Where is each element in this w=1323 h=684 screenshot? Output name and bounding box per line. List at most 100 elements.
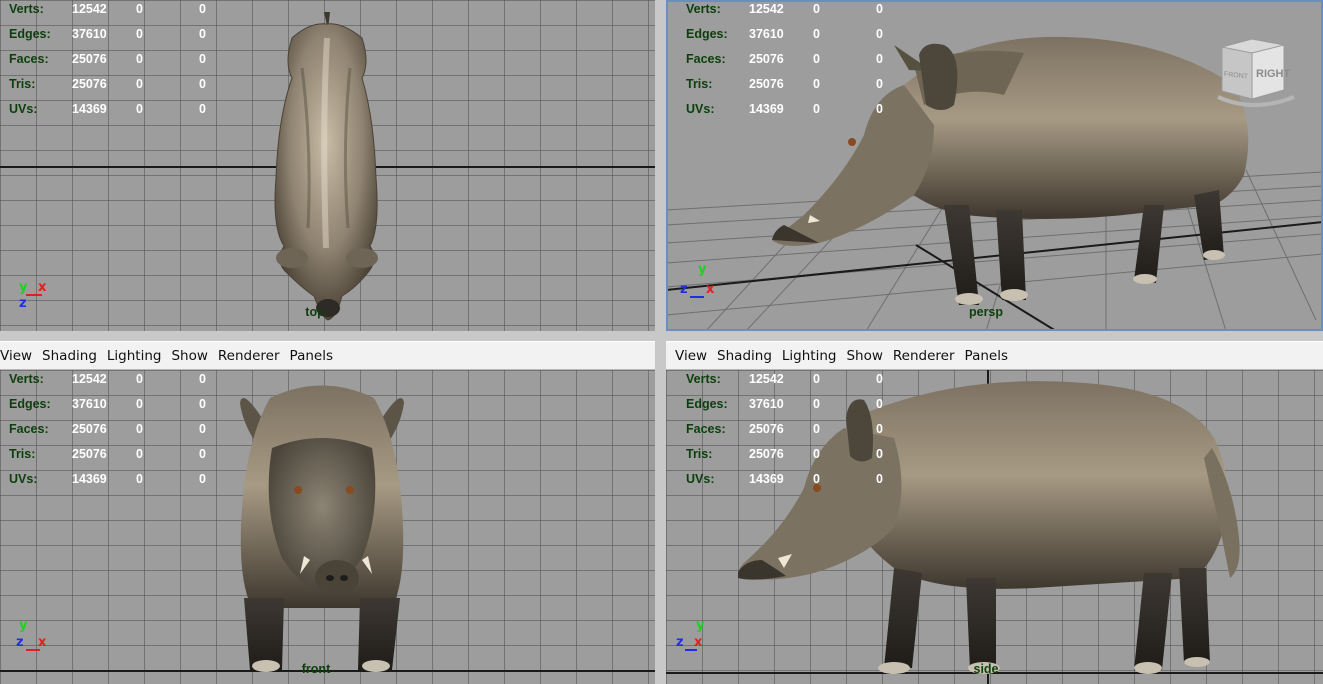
hud-value: 0 — [136, 372, 143, 386]
hud-value: 25076 — [749, 447, 784, 461]
menu-shading[interactable]: Shading — [37, 348, 102, 364]
hud-value: 0 — [136, 472, 143, 486]
hud-value: 0 — [136, 102, 143, 116]
hud-value: 0 — [136, 52, 143, 66]
viewport-top[interactable]: Verts: 12542 0 0 Edges: 37610 0 0 Faces: 25076 0… — [0, 0, 655, 331]
hud-value: 0 — [199, 102, 206, 116]
hud-label: Tris: — [686, 77, 713, 91]
hud-row-verts: Verts: 12542 0 0 — [9, 0, 219, 24]
menu-show[interactable]: Show — [841, 348, 887, 364]
menu-show[interactable]: Show — [166, 348, 212, 364]
hud-row-uvs: UVs: 14369 0 0 — [686, 469, 896, 494]
axis-z-label: z — [16, 635, 24, 650]
hud-value: 0 — [199, 372, 206, 386]
axis-z-label: z — [676, 635, 684, 650]
hud-value: 0 — [876, 2, 883, 16]
hud-row-faces: Faces: 25076 0 0 — [686, 419, 896, 444]
hud-label: Verts: — [9, 372, 44, 386]
menu-view[interactable]: View — [0, 348, 37, 364]
hud-row-verts: Verts: 12542 0 0 — [686, 0, 896, 24]
menu-panels[interactable]: Panels — [285, 348, 338, 364]
hud-value: 0 — [876, 372, 883, 386]
hud-label: Edges: — [9, 397, 51, 411]
poly-count-hud: Verts: 12542 0 0 Edges: 37610 0 0 Faces: 25076 0… — [686, 0, 896, 124]
hud-value: 25076 — [749, 422, 784, 436]
hud-value: 0 — [813, 447, 820, 461]
viewport-side[interactable]: Verts: 12542 0 0 Edges: 37610 0 0 Faces: 25076 0… — [666, 370, 1323, 684]
hud-row-faces: Faces: 25076 0 0 — [9, 419, 219, 444]
menu-renderer[interactable]: Renderer — [213, 348, 285, 364]
hud-label: UVs: — [9, 472, 38, 486]
hud-value: 0 — [199, 447, 206, 461]
camera-label-side: side — [973, 662, 999, 676]
hud-value: 0 — [136, 77, 143, 91]
hud-value: 37610 — [749, 27, 784, 41]
viewcube-face-right: RIGHT — [1256, 68, 1291, 80]
hud-label: Faces: — [9, 52, 49, 66]
poly-count-hud: Verts: 12542 0 0 Edges: 37610 0 0 Faces: 25076 0… — [9, 370, 219, 494]
viewport-persp[interactable]: Verts: 12542 0 0 Edges: 37610 0 0 Faces: 25076 0… — [666, 0, 1323, 331]
hud-value: 0 — [813, 372, 820, 386]
axis-x-label: x — [706, 282, 715, 297]
boar-model-front-view[interactable] — [232, 378, 412, 678]
hud-value: 37610 — [72, 397, 107, 411]
hud-value: 0 — [136, 397, 143, 411]
hud-label: Tris: — [686, 447, 713, 461]
hud-value: 0 — [813, 52, 820, 66]
hud-value: 37610 — [749, 397, 784, 411]
hud-value: 25076 — [749, 77, 784, 91]
hud-value: 14369 — [749, 102, 784, 116]
viewport-panel-top[interactable]: Verts: 12542 0 0 Edges: 37610 0 0 Faces: 25076 0… — [0, 0, 655, 331]
hud-row-tris: Tris: 25076 0 0 — [686, 444, 896, 469]
hud-value: 37610 — [72, 27, 107, 41]
hud-value: 0 — [199, 77, 206, 91]
hud-value: 0 — [813, 2, 820, 16]
viewcube[interactable]: RIGHT FRONT — [1214, 35, 1296, 107]
hud-value: 25076 — [72, 447, 107, 461]
hud-row-uvs: UVs: 14369 0 0 — [9, 99, 219, 124]
axis-gizmo: y z x — [680, 262, 720, 302]
menu-lighting[interactable]: Lighting — [777, 348, 842, 364]
menu-lighting[interactable]: Lighting — [102, 348, 167, 364]
hud-value: 0 — [199, 2, 206, 16]
hud-row-tris: Tris: 25076 0 0 — [9, 74, 219, 99]
viewport-panel-side[interactable]: View Shading Lighting Show Renderer Pane… — [666, 341, 1323, 684]
boar-model-top-view[interactable] — [262, 8, 392, 326]
hud-label: Tris: — [9, 447, 36, 461]
hud-label: Faces: — [9, 422, 49, 436]
axis-gizmo: y z x — [676, 618, 716, 658]
hud-value: 0 — [136, 2, 143, 16]
hud-value: 25076 — [72, 52, 107, 66]
hud-value: 12542 — [72, 2, 107, 16]
menu-view[interactable]: View — [666, 348, 712, 364]
hud-value: 12542 — [749, 2, 784, 16]
hud-value: 0 — [136, 447, 143, 461]
hud-row-tris: Tris: 25076 0 0 — [686, 74, 896, 99]
hud-value: 0 — [876, 52, 883, 66]
poly-count-hud: Verts: 12542 0 0 Edges: 37610 0 0 Faces: 25076 0… — [686, 370, 896, 494]
hud-value: 0 — [876, 422, 883, 436]
menu-shading[interactable]: Shading — [712, 348, 777, 364]
hud-label: UVs: — [9, 102, 38, 116]
hud-value: 14369 — [72, 472, 107, 486]
hud-row-edges: Edges: 37610 0 0 — [9, 394, 219, 419]
viewport-front[interactable]: Verts: 12542 0 0 Edges: 37610 0 0 Faces: 25076 0… — [0, 370, 655, 684]
hud-value: 0 — [136, 27, 143, 41]
hud-value: 0 — [199, 52, 206, 66]
hud-value: 0 — [813, 102, 820, 116]
hud-value: 0 — [813, 422, 820, 436]
hud-value: 0 — [876, 472, 883, 486]
viewport-panel-persp[interactable]: Verts: 12542 0 0 Edges: 37610 0 0 Faces: 25076 0… — [666, 0, 1323, 331]
axis-x-label: x — [38, 280, 47, 295]
hud-row-verts: Verts: 12542 0 0 — [686, 370, 896, 394]
hud-label: Edges: — [686, 397, 728, 411]
hud-value: 0 — [136, 422, 143, 436]
axis-gizmo: y x z — [16, 280, 56, 320]
camera-label-top: top — [305, 305, 325, 319]
hud-row-edges: Edges: 37610 0 0 — [686, 24, 896, 49]
hud-row-verts: Verts: 12542 0 0 — [9, 370, 219, 394]
menu-renderer[interactable]: Renderer — [888, 348, 960, 364]
hud-label: Verts: — [686, 372, 721, 386]
menu-panels[interactable]: Panels — [960, 348, 1013, 364]
viewport-panel-front[interactable]: View Shading Lighting Show Renderer Pane… — [0, 341, 655, 684]
